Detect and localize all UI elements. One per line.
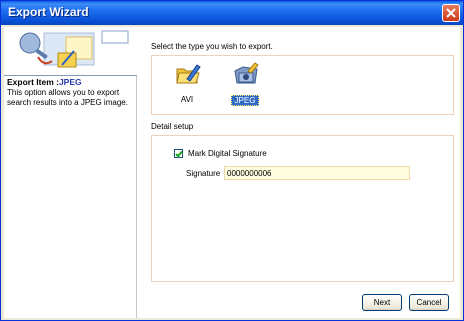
right-settings-panel: Select the type you wish to export. AVI (140, 27, 458, 289)
wizard-illustration (4, 27, 137, 75)
close-button[interactable] (442, 4, 460, 22)
button-separator (140, 289, 460, 290)
export-type-avi[interactable]: AVI (169, 59, 205, 114)
wizard-body: Export Item :JPEG This option allows you… (4, 27, 460, 318)
export-type-label: AVI (180, 95, 194, 104)
mark-signature-row: Mark Digital Signature (174, 149, 267, 158)
camera-folder-icon (234, 62, 259, 84)
mark-signature-checkbox[interactable] (174, 149, 183, 158)
folder-pencil-icon (176, 64, 201, 84)
export-type-jpeg[interactable]: JPEG (227, 59, 263, 114)
detail-setup-label: Detail setup (151, 122, 194, 131)
export-type-list: AVI JPEG (151, 55, 454, 115)
export-illustration-icon (19, 30, 129, 68)
mark-signature-label[interactable]: Mark Digital Signature (188, 149, 267, 158)
next-button[interactable]: Next (362, 294, 402, 311)
cancel-button[interactable]: Cancel (409, 294, 449, 311)
export-item-description: This option allows you to export search … (7, 88, 128, 107)
export-item-title: Export Item :JPEG (7, 77, 82, 87)
left-info-panel: Export Item :JPEG This option allows you… (4, 27, 137, 318)
divider (4, 75, 137, 76)
export-type-label-selected: JPEG (231, 95, 259, 106)
export-wizard-window: Export Wizard Export Item:JPEG This opt… (0, 0, 464, 321)
title-bar[interactable]: Export Wizard (1, 1, 463, 25)
signature-label: Signature (186, 169, 221, 178)
signature-input[interactable] (224, 166, 410, 180)
export-item-prefix: Export Item : (7, 77, 59, 87)
close-icon (446, 8, 456, 18)
window-title: Export Wizard (8, 5, 89, 19)
detail-setup-group: Mark Digital Signature Signature (151, 135, 454, 282)
export-item-value: JPEG (58, 77, 82, 87)
type-prompt: Select the type you wish to export. (151, 42, 273, 51)
